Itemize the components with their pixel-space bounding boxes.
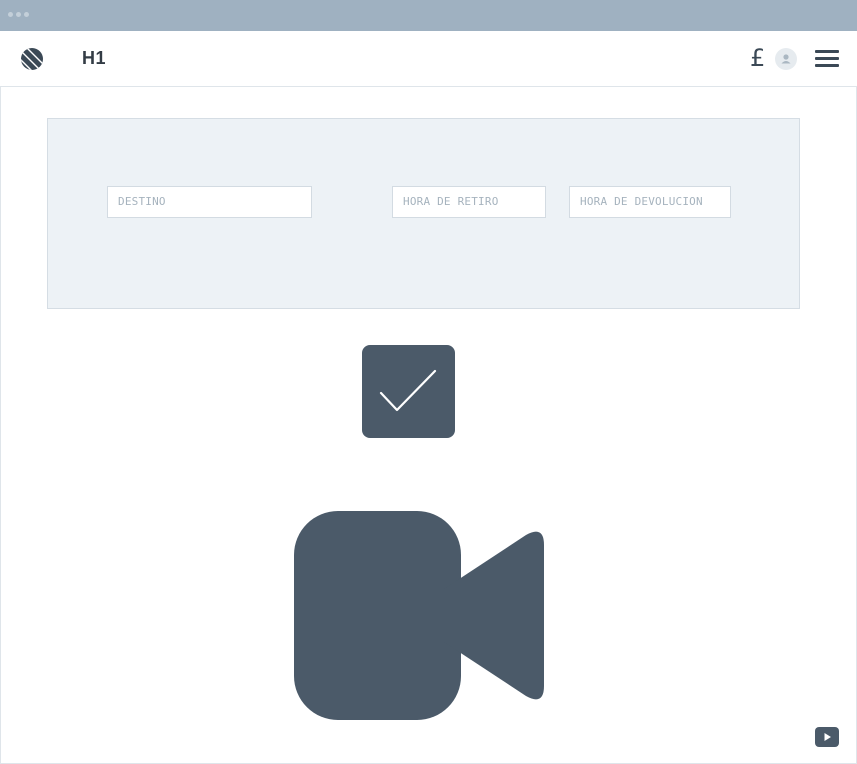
top-header: H1 £ bbox=[0, 31, 857, 87]
window-dot bbox=[8, 12, 13, 17]
youtube-play-icon[interactable] bbox=[815, 727, 839, 747]
window-dot bbox=[24, 12, 29, 17]
video-camera-icon bbox=[294, 511, 544, 720]
window-dot bbox=[16, 12, 21, 17]
hamburger-menu-icon[interactable] bbox=[815, 50, 839, 68]
destination-input[interactable]: DESTINO bbox=[107, 186, 312, 218]
confirm-checkbox[interactable] bbox=[362, 345, 455, 438]
return-time-input[interactable]: HORA DE DEVOLUCION bbox=[569, 186, 731, 218]
pickup-time-input[interactable]: HORA DE RETIRO bbox=[392, 186, 546, 218]
currency-selector[interactable]: £ bbox=[750, 44, 765, 72]
user-avatar-icon[interactable] bbox=[775, 48, 797, 70]
checkmark-icon bbox=[379, 369, 437, 412]
page-title: H1 bbox=[82, 48, 107, 68]
globe-logo-icon[interactable] bbox=[21, 48, 43, 70]
search-panel: DESTINO HORA DE RETIRO HORA DE DEVOLUCIO… bbox=[47, 118, 800, 309]
window-titlebar bbox=[0, 0, 857, 31]
